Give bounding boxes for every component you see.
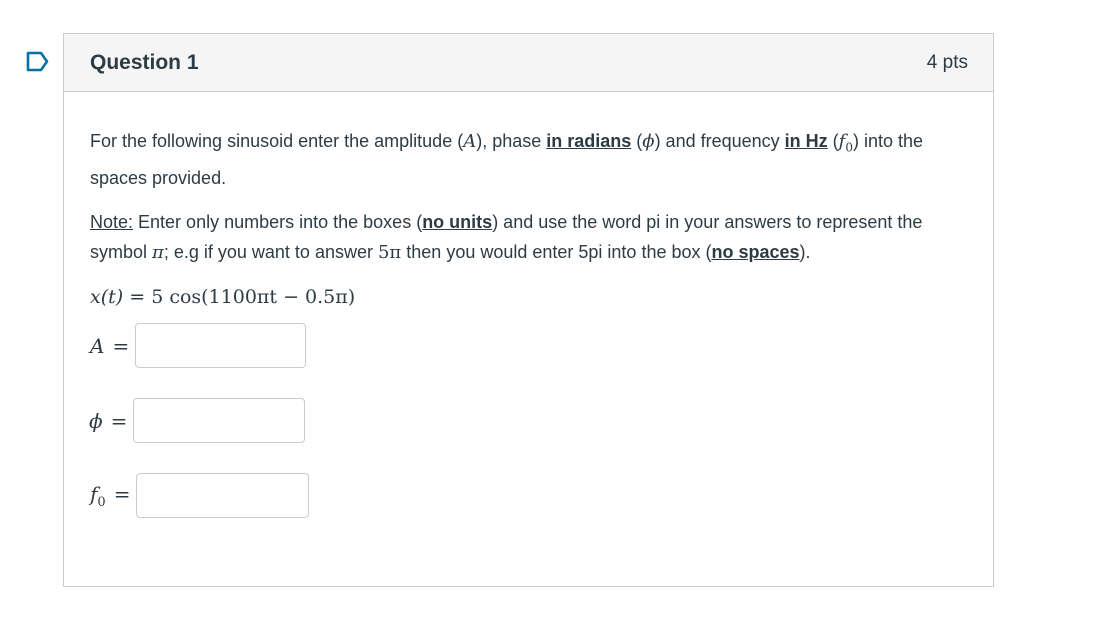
text: then you would enter 5pi into the box ( (401, 241, 712, 262)
equation-equals: = (123, 285, 152, 308)
text: ( (631, 131, 643, 151)
frequency-subscript: 0 (845, 140, 853, 155)
question-header: Question 1 4 pts (64, 34, 993, 92)
text: ; e.g if you want to answer (163, 241, 378, 262)
pi-symbol: π (152, 241, 164, 263)
text: ) and frequency (654, 131, 785, 151)
question-title: Question 1 (90, 50, 199, 74)
text: For the following sinusoid enter the amp… (90, 131, 464, 151)
phase-symbol: ϕ (642, 131, 655, 152)
text: ), phase (476, 131, 547, 151)
phase-row: ϕ = (89, 398, 306, 443)
phase-label: ϕ = (89, 409, 133, 433)
text: Enter only numbers into the boxes ( (133, 211, 423, 232)
frequency-label: f0 = (90, 482, 136, 510)
instructions-paragraph: For the following sinusoid enter the amp… (90, 126, 967, 193)
question-points: 4 pts (926, 51, 968, 73)
frequency-row: f0 = (90, 473, 310, 518)
equals-sign: = (112, 333, 130, 358)
equals-sign: = (110, 408, 128, 433)
equation-rhs: 5 cos(1100πt − 0.5π) (151, 285, 356, 308)
phase-input[interactable] (133, 398, 306, 443)
equation-lhs: x(t) (90, 285, 124, 308)
phase-label-symbol: ϕ (89, 408, 103, 433)
frequency-input[interactable] (136, 473, 310, 518)
text: ). (799, 241, 811, 262)
emphasis-radians: in radians (546, 131, 632, 151)
amplitude-label-symbol: A (90, 333, 105, 358)
amplitude-row: A = (90, 323, 307, 368)
sinusoid-equation: x(t) = 5 cos(1100πt − 0.5π) (90, 282, 967, 312)
emphasis-no-spaces: no spaces (711, 241, 800, 262)
amplitude-input[interactable] (135, 323, 307, 368)
emphasis-hz: in Hz (784, 131, 828, 151)
note-label: Note: (90, 211, 134, 232)
note-paragraph: Note: Enter only numbers into the boxes … (90, 207, 967, 268)
five-pi-symbol: 5π (377, 241, 402, 263)
text: ( (827, 131, 839, 151)
bookmark-flag-icon[interactable] (26, 51, 50, 72)
question-body: For the following sinusoid enter the amp… (64, 92, 993, 312)
frequency-label-subscript: 0 (97, 494, 106, 510)
emphasis-no-units: no units (422, 211, 493, 232)
amplitude-label: A = (90, 334, 135, 358)
amplitude-symbol: A (463, 131, 477, 152)
equals-sign: = (113, 481, 131, 506)
